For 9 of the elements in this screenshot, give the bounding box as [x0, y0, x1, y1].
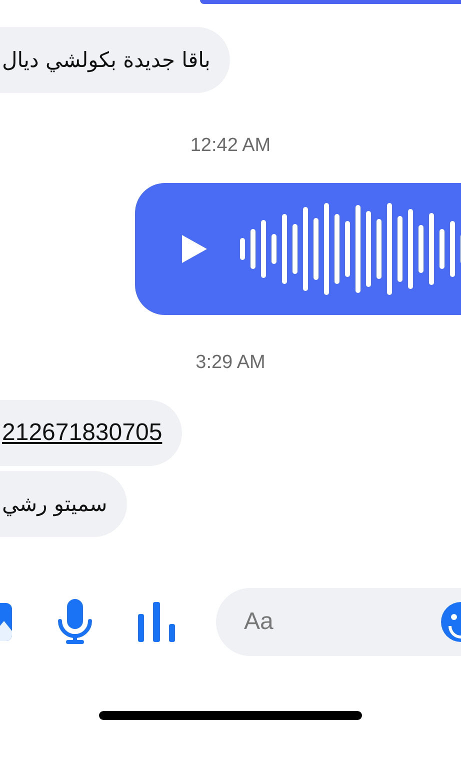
- play-icon[interactable]: [180, 234, 208, 264]
- phone-link[interactable]: 212671830705: [2, 419, 162, 447]
- message-input-field[interactable]: Aa: [216, 588, 461, 656]
- timestamp: 3:29 AM: [196, 352, 266, 374]
- message-text: باقا جديدة بكولشي ديال: [0, 27, 230, 93]
- timestamp: 12:42 AM: [190, 135, 271, 157]
- audio-bars-icon[interactable]: [138, 602, 178, 642]
- microphone-icon[interactable]: [57, 599, 93, 645]
- message-text: سميتو رشي: [0, 471, 128, 537]
